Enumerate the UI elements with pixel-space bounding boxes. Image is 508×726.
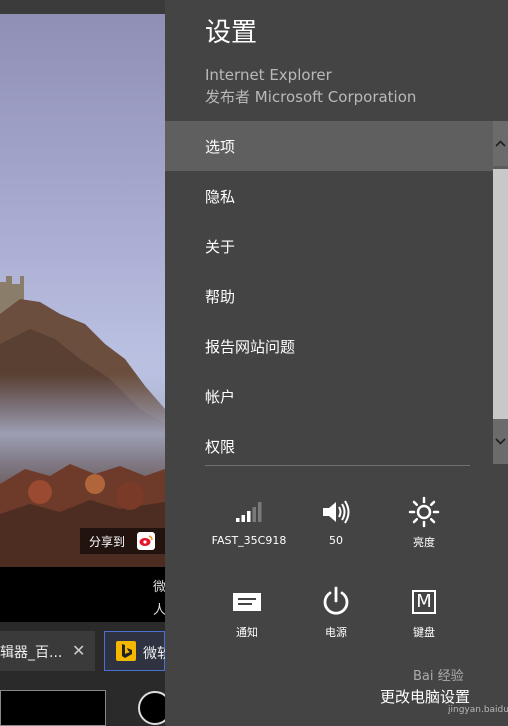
scroll-up-arrow-icon[interactable] xyxy=(493,121,508,166)
menu-item-label: 权限 xyxy=(205,438,236,456)
tab-bar: 辑器_百... ✕ 微软 xyxy=(0,622,165,726)
share-label: 分享到 xyxy=(89,534,126,549)
refresh-button[interactable] xyxy=(138,691,165,725)
network-button[interactable]: FAST_35C918 xyxy=(204,494,294,564)
address-bar[interactable] xyxy=(0,690,106,726)
menu-item-account[interactable]: 帐户 xyxy=(165,371,493,421)
notifications-button[interactable]: 通知 xyxy=(202,584,292,654)
keyboard-label: 键盘 xyxy=(413,626,435,639)
app-publisher: 发布者 Microsoft Corporation xyxy=(205,88,417,106)
brightness-button[interactable]: 亮度 xyxy=(379,494,469,564)
keyboard-button[interactable]: M 键盘 xyxy=(379,584,469,654)
menu-item-label: 报告网站问题 xyxy=(205,338,296,356)
menu-item-privacy[interactable]: 隐私 xyxy=(165,171,493,221)
change-pc-settings-link[interactable]: 更改电脑设置 xyxy=(380,686,470,707)
scroll-thumb[interactable] xyxy=(493,169,508,419)
menu-item-options[interactable]: 选项 xyxy=(165,121,493,171)
caption-line-1: 微 xyxy=(153,580,165,595)
menu-item-permissions[interactable]: 权限 xyxy=(165,421,493,471)
browser-tab-active[interactable]: 微软 xyxy=(104,631,165,671)
power-icon xyxy=(291,584,381,620)
app-name: Internet Explorer xyxy=(205,66,332,84)
menu-item-help[interactable]: 帮助 xyxy=(165,271,493,321)
volume-button[interactable]: 50 xyxy=(291,494,381,564)
tab-title: 辑器_百... xyxy=(0,645,63,661)
notification-icon xyxy=(202,584,292,620)
menu-item-label: 帐户 xyxy=(205,388,236,406)
volume-label: 50 xyxy=(329,534,343,547)
wifi-signal-icon xyxy=(204,494,294,530)
power-button[interactable]: 电源 xyxy=(291,584,381,654)
sun-icon xyxy=(379,494,469,530)
menu-item-label: 选项 xyxy=(205,138,236,156)
browser-tab[interactable]: 辑器_百... ✕ xyxy=(0,631,95,671)
divider xyxy=(205,465,470,466)
share-bar[interactable]: 分享到 xyxy=(80,528,165,554)
image-caption: 微 人 xyxy=(0,567,165,622)
watermark-logo: Bai 经验 xyxy=(413,669,464,684)
caption-line-2: 人 xyxy=(153,603,165,618)
network-label: FAST_35C918 xyxy=(211,534,287,547)
menu-item-report-site[interactable]: 报告网站问题 xyxy=(165,321,493,371)
power-label: 电源 xyxy=(325,626,347,639)
keyboard-glyph: M xyxy=(412,590,436,614)
notifications-label: 通知 xyxy=(236,626,258,639)
keyboard-icon: M xyxy=(379,584,469,620)
scroll-down-arrow-icon[interactable] xyxy=(493,419,508,464)
panel-title: 设置 xyxy=(205,18,258,48)
settings-menu: 选项 隐私 关于 帮助 报告网站问题 帐户 权限 xyxy=(165,121,493,471)
menu-item-about[interactable]: 关于 xyxy=(165,221,493,271)
menu-scrollbar[interactable] xyxy=(493,121,508,464)
close-icon[interactable]: ✕ xyxy=(72,641,85,660)
tab-title: 微软 xyxy=(143,646,165,662)
brightness-label: 亮度 xyxy=(413,536,435,549)
watermark-url: jingyan.baidu.com xyxy=(448,705,508,715)
menu-item-label: 帮助 xyxy=(205,288,236,306)
bing-icon xyxy=(116,641,136,661)
landscape-photo xyxy=(0,14,165,567)
speaker-icon xyxy=(291,494,381,530)
browser-top-strip xyxy=(0,0,165,14)
browser-background: 分享到 微 人 辑器_百... ✕ 微软 xyxy=(0,0,165,726)
settings-charm-panel: 设置 Internet Explorer 发布者 Microsoft Corpo… xyxy=(165,0,508,726)
menu-item-label: 隐私 xyxy=(205,188,236,206)
menu-item-label: 关于 xyxy=(205,238,236,256)
weibo-icon[interactable] xyxy=(137,532,156,550)
